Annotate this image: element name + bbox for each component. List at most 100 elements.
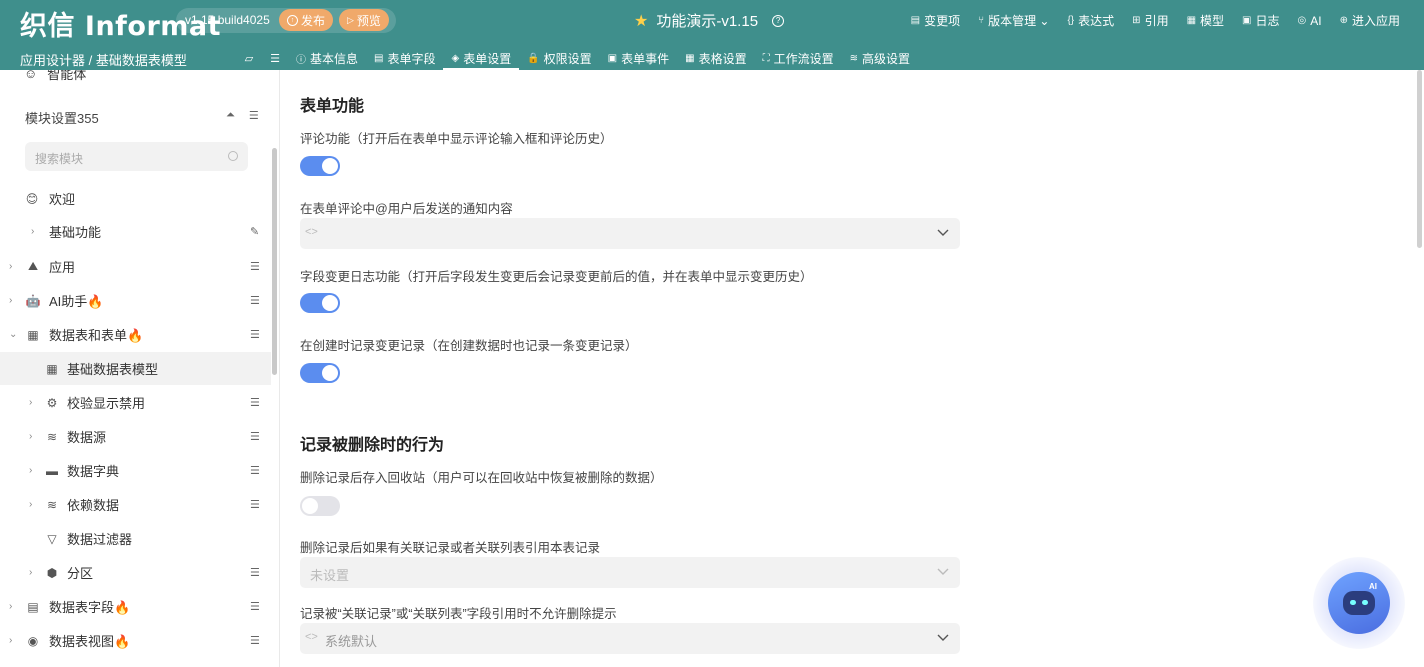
- settings-list-icon[interactable]: ☰: [250, 430, 260, 443]
- chevron-down-icon: [937, 229, 949, 236]
- settings-list-icon[interactable]: ☰: [250, 464, 260, 477]
- settings-list-icon[interactable]: ☰: [250, 294, 260, 307]
- create-record-label: 在创建时记录变更记录（在创建数据时也记录一条变更记录）: [300, 339, 638, 353]
- chevron-right-icon[interactable]: ›: [29, 397, 32, 408]
- sidebar-item-dictionary[interactable]: › ▬ 数据字典 ☰: [0, 454, 271, 487]
- ai-assistant-button[interactable]: AI: [1313, 557, 1405, 649]
- changelog-toggle[interactable]: [300, 293, 340, 313]
- sidebar-item-table-fields[interactable]: › ▤ 数据表字段🔥 ☰: [0, 590, 271, 623]
- chevron-right-icon[interactable]: ›: [31, 226, 34, 237]
- ai-badge: AI: [1369, 582, 1377, 591]
- settings-list-icon[interactable]: ☰: [250, 566, 260, 579]
- settings-list-icon[interactable]: ☰: [250, 634, 260, 647]
- tab-workflow-label: 工作流设置: [773, 51, 834, 66]
- sidebar-item-welcome[interactable]: 😊 欢迎: [0, 182, 271, 215]
- breadcrumb: 应用设计器 / 基础数据表模型: [20, 53, 187, 68]
- comment-label: 评论功能（打开后在表单中显示评论输入框和评论历史）: [300, 132, 613, 146]
- related-label: 删除记录后如果有关联记录或者关联列表引用本表记录: [300, 541, 601, 555]
- database-icon: ≋: [46, 497, 58, 512]
- nav-enter-app[interactable]: ⊕ 进入应用: [1340, 12, 1400, 29]
- preview-button[interactable]: ▷ 预览: [339, 9, 389, 31]
- recycle-toggle[interactable]: [300, 496, 340, 516]
- chevron-right-icon[interactable]: ›: [29, 567, 32, 578]
- sidebar-item-filter[interactable]: ▽ 数据过滤器: [0, 522, 271, 555]
- comment-toggle[interactable]: [300, 156, 340, 176]
- chevron-right-icon[interactable]: ›: [9, 601, 12, 612]
- delete-prompt-select[interactable]: <> 系统默认: [300, 623, 960, 654]
- chevron-right-icon[interactable]: ›: [9, 261, 12, 272]
- outline-icon[interactable]: ☰: [262, 52, 288, 65]
- sidebar-item-ai-assistant[interactable]: › 🤖 AI助手🔥 ☰: [0, 284, 271, 317]
- section-delete-behavior: 记录被删除时的行为: [300, 437, 445, 454]
- sidebar-item-table-views[interactable]: › ◉ 数据表视图🔥 ☰: [0, 624, 271, 657]
- module-sidebar: ☺ 智能体 模块设置355 ⏶ ☰ 搜索模块 😊 欢迎 › 基础功能 ✎ › ⛰…: [0, 70, 280, 667]
- nav-changes[interactable]: ▤ 变更项: [911, 12, 960, 29]
- related-behavior-select[interactable]: 未设置: [300, 557, 960, 588]
- sidebar-item-dependency[interactable]: › ≋ 依赖数据 ☰: [0, 488, 271, 521]
- related-behavior-value: 未设置: [310, 568, 350, 583]
- nav-log-label: 日志: [1255, 14, 1280, 28]
- sidebar-item-tables-forms[interactable]: ⌄ ▦ 数据表和表单🔥 ☰: [0, 318, 271, 351]
- table-icon: ▦: [27, 327, 39, 342]
- database-icon: ≋: [46, 429, 58, 444]
- sidebar-item-label: 数据源: [67, 430, 107, 445]
- tab-basic-info[interactable]: ⓘ 基本信息: [288, 46, 366, 70]
- sidebar-scrollbar[interactable]: [272, 148, 277, 375]
- settings-list-icon[interactable]: ☰: [250, 600, 260, 613]
- ai-icon: ◎: [1297, 15, 1307, 26]
- sidebar-item-validation[interactable]: › ⚙ 校验显示禁用 ☰: [0, 386, 271, 419]
- sidebar-item-partition[interactable]: › ⬢ 分区 ☰: [0, 556, 271, 589]
- chevron-right-icon[interactable]: ›: [29, 465, 32, 476]
- mention-label: 在表单评论中@用户后发送的通知内容: [300, 202, 513, 216]
- settings-list-icon[interactable]: ☰: [250, 328, 260, 341]
- tab-permissions[interactable]: 🔒 权限设置: [519, 46, 599, 70]
- event-icon: ▣: [607, 52, 618, 64]
- nav-expression[interactable]: {} 表达式: [1067, 12, 1114, 29]
- settings-list-icon[interactable]: ☰: [250, 498, 260, 511]
- sort-icon[interactable]: ☰: [249, 109, 259, 122]
- nav-reference[interactable]: ⊞ 引用: [1132, 12, 1168, 29]
- form-settings-panel: 表单功能 评论功能（打开后在表单中显示评论输入框和评论历史） 在表单评论中@用户…: [281, 70, 1424, 667]
- code-icon: <>: [305, 631, 318, 643]
- tab-form-events[interactable]: ▣ 表单事件: [600, 46, 677, 70]
- mountain-icon: ⛰: [27, 259, 39, 273]
- sidebar-item-base-model[interactable]: ▦ 基础数据表模型: [0, 352, 271, 385]
- tab-advanced[interactable]: ≋ 高级设置: [842, 46, 918, 70]
- nav-ai[interactable]: ◎ AI: [1298, 12, 1322, 29]
- sidebar-item-app[interactable]: › ⛰ 应用 ☰: [0, 250, 271, 283]
- tab-workflow[interactable]: ⛶ 工作流设置: [755, 46, 842, 70]
- version-label: v1.15 build4025: [185, 13, 270, 27]
- sidebar-item-label: 数据表视图🔥: [49, 634, 131, 649]
- settings-list-icon[interactable]: ☰: [250, 260, 260, 273]
- chevron-down-icon[interactable]: ⌄: [9, 329, 17, 340]
- sidebar-item-agent[interactable]: ☺ 智能体: [24, 70, 86, 83]
- publish-button[interactable]: ↑ 发布: [279, 9, 334, 31]
- module-search-placeholder: 搜索模块: [35, 152, 84, 166]
- chevron-right-icon[interactable]: ›: [29, 431, 32, 442]
- grid-icon: ▦: [1186, 15, 1197, 26]
- tab-form-settings[interactable]: ◈ 表单设置: [443, 46, 519, 70]
- settings-list-icon[interactable]: ☰: [250, 396, 260, 409]
- nav-model[interactable]: ▦ 模型: [1187, 12, 1224, 29]
- create-record-toggle[interactable]: [300, 363, 340, 383]
- chevron-right-icon[interactable]: ›: [9, 295, 12, 306]
- tab-bar: ▱ ☰ ⓘ 基本信息 ▤ 表单字段 ◈ 表单设置 🔒 权限设置 ▣ 表单事件 ▦ 表格设置 …: [236, 46, 918, 70]
- enter-icon: ⊕: [1339, 15, 1348, 26]
- tab-table-settings[interactable]: ▦ 表格设置: [677, 46, 754, 70]
- chevron-right-icon[interactable]: ›: [9, 635, 12, 646]
- sidebar-item-basic[interactable]: › 基础功能 ✎: [0, 215, 271, 248]
- note-icon[interactable]: ▱: [236, 52, 262, 65]
- help-icon[interactable]: ?: [772, 14, 785, 27]
- collapse-icon[interactable]: ⏶: [226, 109, 235, 122]
- main-scrollbar[interactable]: [1417, 70, 1422, 248]
- nav-log[interactable]: ▣ 日志: [1242, 12, 1279, 29]
- edit-icon[interactable]: ✎: [250, 225, 259, 238]
- sidebar-item-datasource[interactable]: › ≋ 数据源 ☰: [0, 420, 271, 453]
- chevron-right-icon[interactable]: ›: [29, 499, 32, 510]
- tab-form-fields[interactable]: ▤ 表单字段: [366, 46, 443, 70]
- mention-content-select[interactable]: <>: [300, 218, 960, 249]
- publish-label: 发布: [301, 13, 326, 28]
- module-search-input[interactable]: 搜索模块: [25, 142, 248, 171]
- info-icon: ⓘ: [296, 54, 306, 66]
- nav-version[interactable]: ⑂ 版本管理 ⌄: [978, 12, 1049, 29]
